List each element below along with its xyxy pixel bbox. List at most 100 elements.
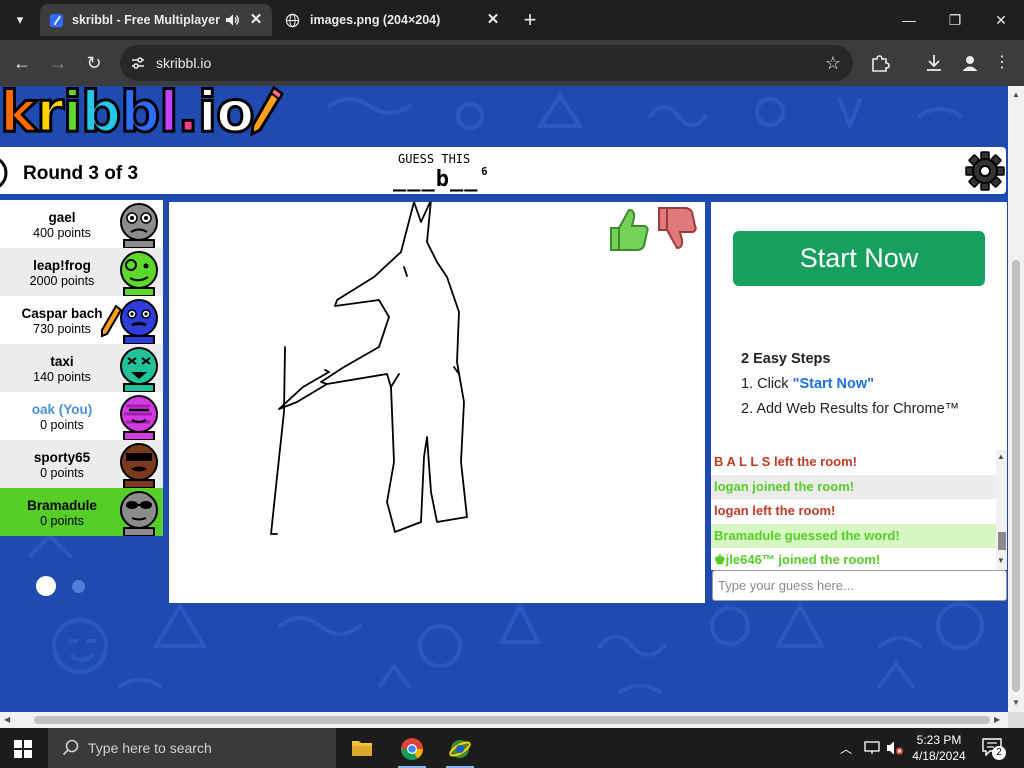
kebab-menu-icon[interactable]: ⋮: [990, 51, 1014, 75]
chat-message-guessed: Bramadule guessed the word!: [711, 523, 996, 549]
browser-tab-bar: ▾ skribbl - Free Multiplayer D ✕ images.…: [0, 0, 1024, 40]
new-tab-plus-icon[interactable]: +: [518, 9, 542, 31]
bookmark-star-icon[interactable]: ☆: [825, 53, 841, 74]
player-drawing: [270, 202, 468, 535]
player-name: sporty65: [33, 450, 91, 465]
forward-arrow-icon[interactable]: →: [46, 51, 70, 75]
extensions-puzzle-icon[interactable]: [870, 53, 890, 73]
tab-search-chevron-icon[interactable]: ▾: [8, 9, 32, 31]
taskbar-chrome[interactable]: [392, 732, 432, 768]
player-item-guessed[interactable]: Bramadule 0 points: [0, 488, 163, 536]
clock-time: 5:23 PM: [916, 733, 962, 747]
crown-icon: ♚: [714, 552, 726, 568]
tab-title: images.png (204×204): [310, 13, 441, 27]
chat-message: logan left the room!: [711, 499, 996, 524]
avatar: [120, 491, 158, 536]
network-icon[interactable]: [864, 741, 880, 755]
system-clock[interactable]: 5:23 PM 4/18/2024: [908, 732, 970, 764]
profile-icon[interactable]: [960, 53, 980, 73]
tab-title: skribbl - Free Multiplayer D: [72, 13, 222, 27]
player-name: taxi: [50, 354, 74, 369]
volume-muted-icon[interactable]: [886, 740, 904, 756]
taskbar-file-explorer[interactable]: [342, 732, 382, 768]
player-item[interactable]: leap!frog 2000 points: [0, 248, 163, 296]
taskbar-search[interactable]: Type here to search: [48, 728, 336, 768]
windows-taskbar: Type here to search ︿ 5:23 PM 4/18/2024 …: [0, 728, 1024, 768]
avatar: [120, 299, 158, 344]
windows-start-icon[interactable]: [14, 740, 32, 758]
player-name: gael: [48, 210, 76, 225]
logo-letter: i: [196, 86, 218, 147]
player-name: oak (You): [31, 402, 93, 417]
reload-icon[interactable]: ↻: [82, 51, 106, 75]
page-dot-active[interactable]: [36, 576, 56, 596]
tray-chevron-up-icon[interactable]: ︿: [840, 740, 852, 768]
player-item[interactable]: sporty65 0 points: [0, 440, 163, 488]
audio-playing-icon[interactable]: [224, 12, 240, 28]
start-now-button[interactable]: Start Now: [733, 231, 985, 286]
thumbs-down-icon[interactable]: [655, 206, 699, 252]
round-indicator: Round 3 of 3: [23, 163, 139, 184]
tab-close-icon[interactable]: ✕: [248, 12, 264, 28]
address-bar[interactable]: skribbl.io ☆: [120, 45, 853, 81]
avatar: [120, 251, 158, 296]
guess-input[interactable]: [712, 570, 1007, 601]
player-item[interactable]: taxi 140 points: [0, 344, 163, 392]
avatar: [120, 443, 158, 488]
page-hscroll-thumb[interactable]: [34, 716, 990, 724]
site-settings-icon[interactable]: [130, 55, 146, 71]
ad-step-1-text: 1. Click: [741, 376, 793, 392]
ad-step-1-link[interactable]: "Start Now": [793, 376, 874, 392]
chat-scroll-thumb[interactable]: [998, 532, 1006, 550]
logo-letter: k: [0, 86, 39, 147]
ad-step-1: 1. Click "Start Now": [741, 376, 874, 392]
scroll-down-icon[interactable]: ▼: [1012, 698, 1020, 707]
restore-icon[interactable]: ❐: [932, 0, 978, 40]
player-points: 0 points: [40, 466, 84, 480]
skribbl-page: kribbl.io Round 3 of 3 GUESS THIS ___b__…: [0, 86, 1008, 712]
page-dot[interactable]: [72, 580, 85, 593]
settings-gear-icon[interactable]: [965, 151, 1005, 191]
thumbs-up-icon[interactable]: [607, 206, 651, 252]
player-points: 0 points: [40, 514, 84, 528]
skribbl-favicon-icon: [49, 13, 64, 28]
logo-letter: b: [119, 86, 162, 147]
tab-close-icon[interactable]: ✕: [485, 12, 501, 28]
window-close-icon[interactable]: ✕: [978, 0, 1024, 40]
player-item[interactable]: gael 400 points: [0, 200, 163, 248]
player-list: gael 400 points leap!frog 2000 points Ca…: [0, 200, 163, 536]
search-placeholder: Type here to search: [88, 740, 212, 756]
logo-letter: l: [158, 86, 180, 147]
player-item-drawing[interactable]: Caspar bach 730 points: [0, 296, 163, 344]
notification-center[interactable]: 2: [982, 738, 1006, 760]
folder-icon: [352, 741, 372, 756]
chat-scroll-up-icon[interactable]: ▲: [997, 452, 1005, 461]
page-horizontal-scrollbar[interactable]: ◀ ▶: [0, 712, 1008, 728]
tab-images-png[interactable]: images.png (204×204) ✕: [276, 4, 510, 36]
download-icon[interactable]: [924, 53, 944, 73]
player-item-you[interactable]: oak (You) 0 points: [0, 392, 163, 440]
scroll-right-icon[interactable]: ▶: [994, 715, 1000, 724]
browser-toolbar: ← → ↻ skribbl.io ☆ ⋮: [0, 40, 1024, 86]
chat-scrollbar[interactable]: ▲ ▼: [996, 450, 1007, 570]
logo-letter: b: [80, 86, 123, 147]
clock-date: 4/18/2024: [912, 749, 966, 763]
drawing-canvas[interactable]: [169, 202, 705, 603]
url-text: skribbl.io: [156, 55, 212, 71]
chat-scroll-down-icon[interactable]: ▼: [997, 556, 1005, 565]
avatar: [120, 347, 158, 392]
logo-letter: o: [214, 86, 256, 147]
minimize-icon[interactable]: —: [886, 0, 932, 40]
page-scroll-thumb[interactable]: [1012, 260, 1020, 692]
ad-title: 2 Easy Steps: [741, 351, 831, 367]
game-top-bar: Round 3 of 3 GUESS THIS ___b__ 6: [0, 147, 1006, 194]
taskbar-app[interactable]: [440, 732, 480, 768]
scroll-left-icon[interactable]: ◀: [4, 715, 10, 724]
chat-message: logan joined the room!: [711, 474, 996, 500]
guess-this-label: GUESS THIS: [398, 152, 471, 166]
tab-skribbl[interactable]: skribbl - Free Multiplayer D ✕: [40, 4, 272, 36]
page-vertical-scrollbar[interactable]: ▲ ▼: [1008, 86, 1024, 712]
back-arrow-icon[interactable]: ←: [10, 51, 34, 75]
scroll-up-icon[interactable]: ▲: [1012, 90, 1020, 99]
chrome-icon: [401, 738, 423, 760]
